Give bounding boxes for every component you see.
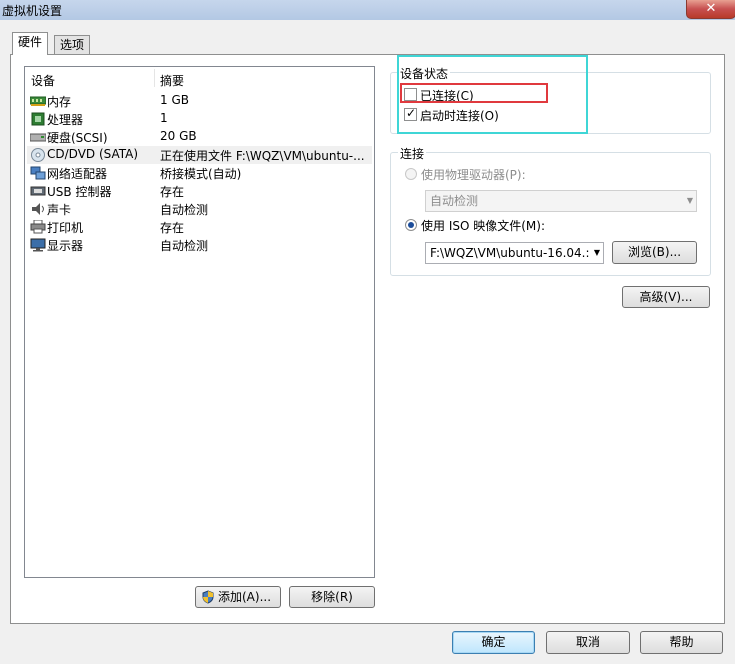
device-name: 网络适配器 xyxy=(47,167,108,181)
device-row-sound-card[interactable]: 声卡 自动检测 xyxy=(27,200,372,218)
add-device-label: 添加(A)... xyxy=(218,590,272,604)
device-summary: 存在 xyxy=(160,221,185,235)
device-name: 打印机 xyxy=(47,221,84,235)
tab-options[interactable]: 选项 xyxy=(54,35,91,55)
device-summary: 1 GB xyxy=(160,93,189,107)
device-row-processor[interactable]: 处理器 1 xyxy=(27,110,372,128)
device-summary: 桥接模式(自动) xyxy=(160,167,242,181)
device-name: 处理器 xyxy=(47,113,84,127)
highlight-box-red xyxy=(400,83,548,103)
network-adapter-icon xyxy=(30,166,46,180)
device-name: USB 控制器 xyxy=(47,185,112,199)
physical-drive-label[interactable]: 使用物理驱动器(P): xyxy=(421,166,526,183)
device-list[interactable]: 设备 摘要 内存 1 GB 处理器 1 硬盘(SCSI) 20 GB CD/DV… xyxy=(24,66,375,578)
sound-card-icon xyxy=(32,203,44,215)
tab-hardware[interactable]: 硬件 xyxy=(12,32,49,55)
window-title: 虚拟机设置 xyxy=(2,4,63,18)
device-name: 声卡 xyxy=(47,203,72,217)
browse-label: 浏览(B)... xyxy=(627,245,682,259)
physical-drive-radio[interactable] xyxy=(405,168,417,180)
device-summary: 自动检测 xyxy=(160,239,209,253)
iso-file-label[interactable]: 使用 ISO 映像文件(M): xyxy=(421,217,545,234)
iso-path-value: F:\WQZ\VM\ubuntu-16.04.: xyxy=(430,246,590,260)
processor-icon xyxy=(31,112,45,126)
device-name: CD/DVD (SATA) xyxy=(47,147,139,161)
device-row-harddisk[interactable]: 硬盘(SCSI) 20 GB xyxy=(27,128,372,146)
chevron-down-icon: ▼ xyxy=(591,243,600,263)
device-summary: 存在 xyxy=(160,185,185,199)
help-button[interactable]: 帮助 xyxy=(640,631,723,654)
usb-icon xyxy=(30,186,46,196)
title-bar: 虚拟机设置 ✕ xyxy=(0,0,735,20)
ok-label: 确定 xyxy=(481,635,506,649)
column-header-summary[interactable]: 摘要 xyxy=(160,72,184,89)
monitor-icon xyxy=(30,238,46,252)
physical-drive-value: 自动检测 xyxy=(430,194,479,208)
device-list-header: 设备 摘要 xyxy=(25,67,374,89)
device-name: 显示器 xyxy=(47,239,84,253)
device-name: 内存 xyxy=(47,95,72,109)
advanced-label: 高级(V)... xyxy=(639,290,693,304)
cancel-label: 取消 xyxy=(575,635,600,649)
physical-drive-select[interactable]: 自动检测 ▼ xyxy=(425,190,697,212)
printer-icon xyxy=(30,220,46,234)
browse-button[interactable]: 浏览(B)... xyxy=(612,241,697,264)
device-name: 硬盘(SCSI) xyxy=(47,131,108,145)
iso-path-select[interactable]: F:\WQZ\VM\ubuntu-16.04.: ▼ xyxy=(425,242,604,264)
remove-device-label: 移除(R) xyxy=(311,590,353,604)
remove-device-button[interactable]: 移除(R) xyxy=(289,586,375,608)
close-icon: ✕ xyxy=(705,1,717,16)
iso-file-radio[interactable] xyxy=(405,219,417,231)
tab-hardware-label: 硬件 xyxy=(18,35,43,49)
tab-options-label: 选项 xyxy=(60,38,85,52)
cancel-button[interactable]: 取消 xyxy=(546,631,630,654)
device-row-cd-dvd[interactable]: CD/DVD (SATA) 正在使用文件 F:\WQZ\VM\ubuntu-..… xyxy=(27,146,372,164)
cd-dvd-icon xyxy=(31,148,45,162)
advanced-button[interactable]: 高级(V)... xyxy=(622,286,710,308)
shield-icon xyxy=(202,590,214,604)
device-row-usb-controller[interactable]: USB 控制器 存在 xyxy=(27,182,372,200)
column-header-device[interactable]: 设备 xyxy=(31,72,55,89)
device-row-printer[interactable]: 打印机 存在 xyxy=(27,218,372,236)
device-row-network-adapter[interactable]: 网络适配器 桥接模式(自动) xyxy=(27,164,372,182)
memory-icon xyxy=(30,96,46,106)
device-summary: 1 xyxy=(160,111,168,125)
device-row-memory[interactable]: 内存 1 GB xyxy=(27,92,372,110)
device-row-monitor[interactable]: 显示器 自动检测 xyxy=(27,236,372,254)
ok-button[interactable]: 确定 xyxy=(452,631,535,654)
help-label: 帮助 xyxy=(669,635,694,649)
add-device-button[interactable]: 添加(A)... xyxy=(195,586,281,608)
device-summary: 正在使用文件 F:\WQZ\VM\ubuntu-... xyxy=(160,149,365,163)
close-button[interactable]: ✕ xyxy=(686,0,735,19)
connection-title: 连接 xyxy=(398,145,427,162)
device-summary: 自动检测 xyxy=(160,203,209,217)
harddisk-icon xyxy=(30,133,46,142)
chevron-down-icon: ▼ xyxy=(686,196,693,205)
device-summary: 20 GB xyxy=(160,129,197,143)
